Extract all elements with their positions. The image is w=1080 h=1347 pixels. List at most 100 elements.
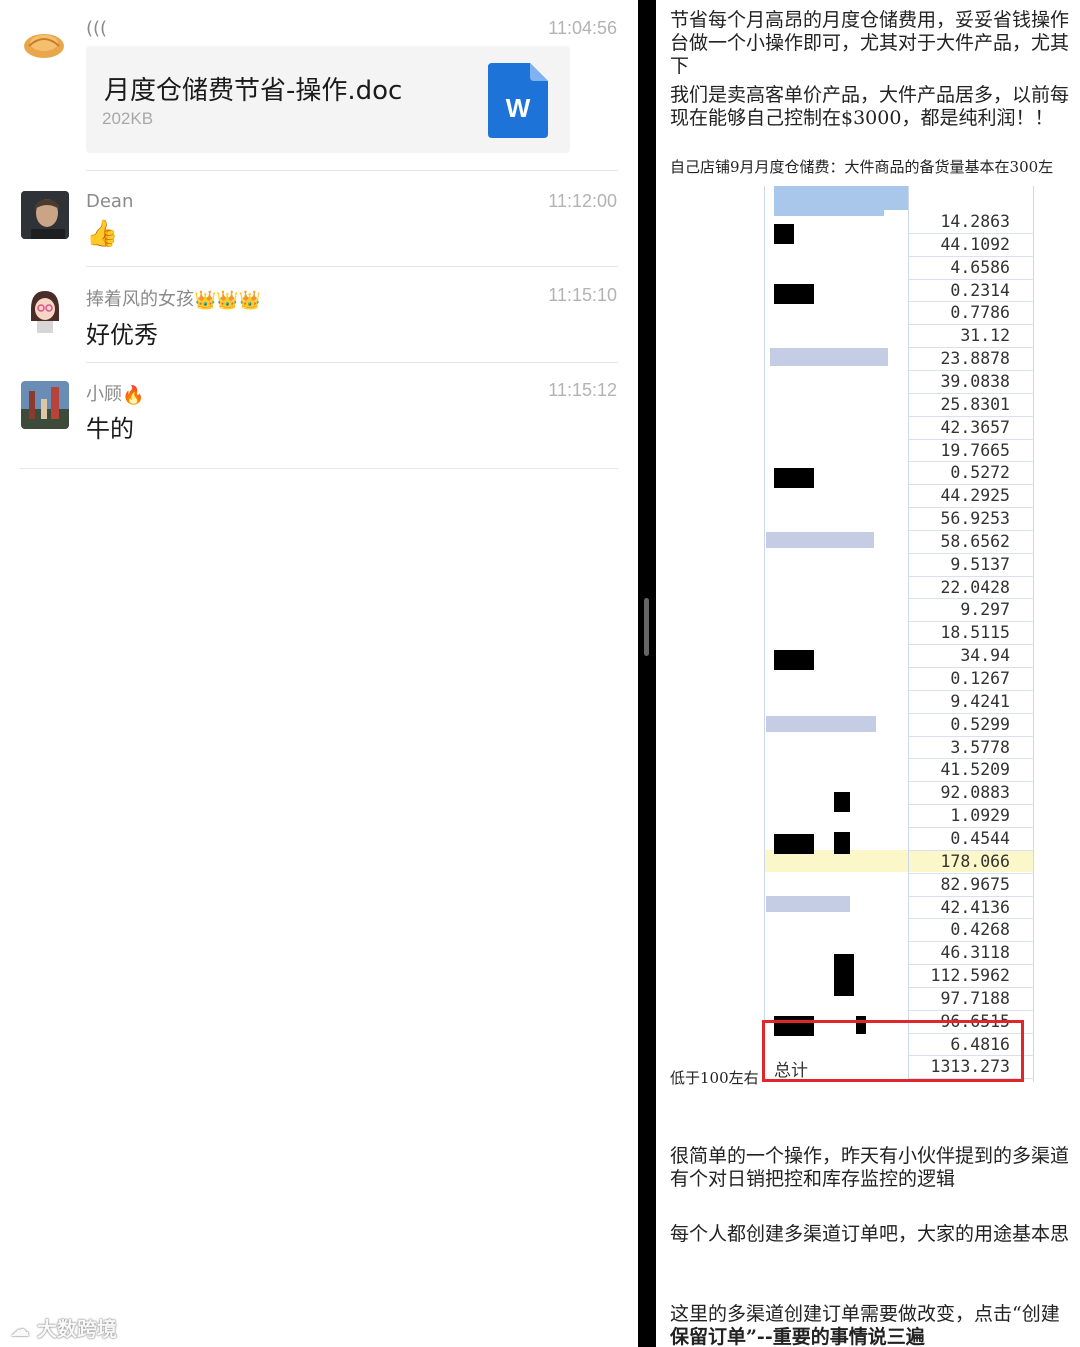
header-cell-highlight [774,210,884,216]
sender-name: ((( [86,18,108,39]
croissant-avatar-icon [24,34,64,58]
total-label: 总计 [774,1061,808,1081]
table-value-cell: 46.3118 [940,943,1010,963]
table-value-cell: 9.4241 [950,691,1010,711]
crown-emoji: 👑👑👑 [194,289,262,311]
redaction-block [774,650,814,670]
message-time: 11:15:12 [548,380,617,400]
chat-message: 捧着风的女孩👑👑👑 11:15:10 好优秀 [0,267,638,363]
doc-line: 保留订单”--重要的事情说三遍 [670,1326,925,1347]
file-size: 202KB [102,109,154,128]
table-value-cell: 82.9675 [940,874,1010,894]
thumbs-up-emoji: 👍 [86,219,119,249]
blurred-cell [766,532,874,548]
doc-paragraph: 我们是卖高客单价产品，大件产品居多，以前每 现在能够自己控制在$3000，都是纯… [670,84,1069,130]
redaction-block [834,792,850,812]
watermark: ☁︎ 大数跨境 [10,1313,117,1342]
watermark-logo-icon: ☁︎ [10,1317,37,1341]
table-value-cell: 44.2925 [940,486,1010,506]
chat-pane: ((( 11:04:56 月度仓储费节省-操作.doc 202KB W Dean… [0,0,638,1347]
table-value-cell: 0.7786 [950,303,1010,323]
avatar[interactable] [21,24,67,64]
redaction-block [834,832,850,854]
avatar[interactable] [21,287,69,335]
table-value-cell: 42.3657 [940,417,1010,437]
doc-line: 我们是卖高客单价产品，大件产品居多，以前每 [670,84,1070,106]
fire-emoji: 🔥 [122,384,145,406]
table-value-cell: 9.5137 [950,554,1010,574]
table-value-cell: 31.12 [960,326,1010,346]
table-note: 低于100左右 [670,1069,759,1087]
divider [20,468,618,469]
table-value-cell: 112.5962 [930,966,1010,986]
sender-name-text: 捧着风的女孩 [86,289,194,310]
table-value-cell: 1.0929 [950,806,1010,826]
avatar[interactable] [21,381,69,429]
doc-line: 有个对日销把控和库存监控的逻辑 [670,1168,956,1190]
avatar[interactable] [21,191,69,239]
table-value-cell: 0.1267 [950,669,1010,688]
doc-paragraph: 节省每个月高昂的月度仓储费用，妥妥省钱操作 台做一个小操作即可，尤其对于大件产品… [670,9,1069,78]
doc-line: 这里的多渠道创建订单需要做改变，点击“创建 [670,1303,1060,1325]
table-value-cell: 19.7665 [940,440,1010,460]
document-pane: 节省每个月高昂的月度仓储费用，妥妥省钱操作 台做一个小操作即可，尤其对于大件产品… [656,0,1080,1347]
table-value-cell: 23.8878 [940,349,1010,369]
table-value-cell: 42.4136 [940,897,1010,917]
word-doc-letter: W [506,93,531,123]
doc-paragraph: 很简单的一个操作，昨天有小伙伴提到的多渠道 有个对日销把控和库存监控的逻辑 [670,1145,1069,1191]
doc-paragraph: 这里的多渠道创建订单需要做改变，点击“创建 保留订单”--重要的事情说三遍 [670,1303,1060,1347]
chat-message: ((( 11:04:56 月度仓储费节省-操作.doc 202KB W [0,0,638,171]
table-value-cell: 178.066 [940,851,1010,871]
table-value-cell: 92.0883 [940,783,1010,803]
table-value-cell: 18.5115 [940,623,1010,643]
watermark-text: 大数跨境 [36,1317,117,1341]
table-value-cell: 0.2314 [950,280,1010,300]
table-value-cell: 9.297 [960,600,1010,620]
message-time: 11:15:10 [548,285,617,305]
table-value-cell: 22.0428 [940,577,1010,597]
doc-line: 每个人都创建多渠道订单吧，大家的用途基本思 [670,1223,1070,1245]
message-text: 牛的 [86,415,134,443]
table-gridline [1033,186,1034,1082]
travel-photo-avatar-icon [21,381,69,429]
redaction-block [774,224,794,244]
redaction-block [774,284,814,304]
chat-message: 小顾🔥 11:15:12 牛的 [0,363,638,469]
blurred-cell [766,716,876,732]
sender-name: 捧着风的女孩👑👑👑 [86,285,261,311]
person-photo-icon [21,191,69,239]
redaction-block [774,468,814,488]
header-cell-highlight [774,186,908,210]
table-value-cell: 56.9253 [940,509,1010,529]
chat-message: Dean 11:12:00 👍 [0,171,638,267]
table-value-cell: 3.5778 [950,737,1010,757]
table-value-cell: 14.2863 [940,212,1010,231]
table-value-cell: 0.5272 [950,463,1010,483]
table-value-cell: 0.4544 [950,828,1010,848]
doc-line: 现在能够自己控制在$3000，都是纯利润！！ [670,107,1054,129]
doc-line: 台做一个小操作即可，尤其对于大件产品，尤其 [670,32,1070,54]
table-value-cell: 0.4268 [950,920,1010,940]
table-value-cell: 97.7188 [940,988,1010,1008]
sender-name: Dean [86,191,134,212]
table-gridline [908,186,909,1082]
doc-line: 下 [670,55,690,77]
table-value-cell: 39.0838 [940,371,1010,391]
table-value-cell: 34.94 [960,646,1010,666]
message-text: 好优秀 [86,321,158,349]
split-view-handle[interactable] [644,598,649,656]
table-caption: 自己店铺9月月度仓储费：大件商品的备货量基本在300左 [670,158,1054,176]
doc-paragraph: 每个人都创建多渠道订单吧，大家的用途基本思 [670,1223,1069,1246]
table-value-cell: 25.8301 [940,394,1010,414]
file-attachment[interactable]: 月度仓储费节省-操作.doc 202KB W [86,46,570,153]
doc-line: 很简单的一个操作，昨天有小伙伴提到的多渠道 [670,1145,1070,1167]
redaction-block [774,834,814,854]
table-gridline [764,186,765,1082]
table-value-cell: 4.6586 [950,257,1010,277]
storage-fee-table: 14.2863 44.1092 4.6586 0.2314 0.7786 31.12 23.… [762,186,1034,1082]
blurred-cell [766,896,850,912]
message-time: 11:12:00 [548,191,617,211]
table-value-cell: 44.1092 [940,234,1010,254]
table-value-cell: 41.5209 [940,760,1010,780]
table-value-cell: 0.5299 [950,714,1010,734]
